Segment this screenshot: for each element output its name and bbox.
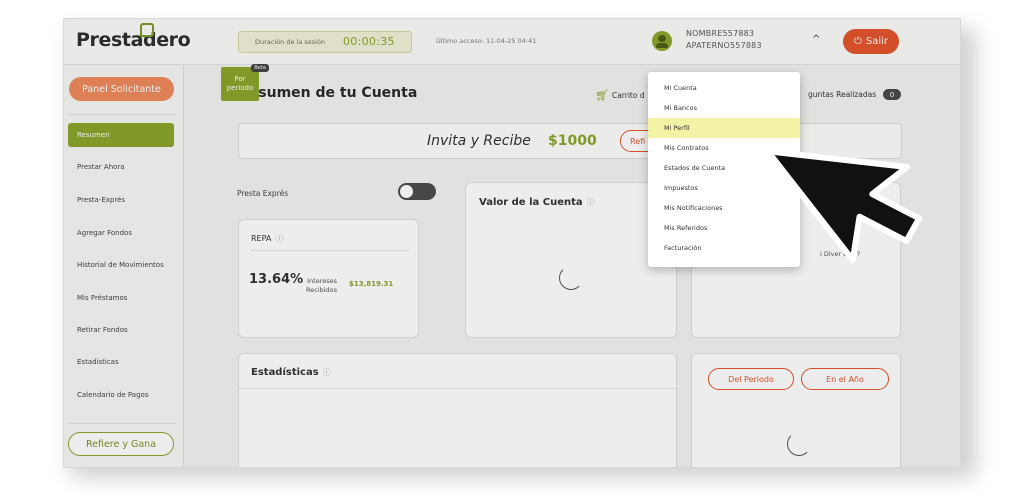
- sidebar-item-retirar-fondos[interactable]: Retirar Fondos: [68, 318, 174, 342]
- mouse-pointer-icon: [764, 148, 923, 264]
- user-avatar-icon[interactable]: [652, 31, 672, 51]
- repa-interest-line1: Intereses: [307, 277, 337, 285]
- repa-card: REPA ⓘ 13.64% Intereses Recibidos $13,819…: [238, 219, 419, 338]
- repa-divider: [251, 250, 409, 251]
- banner-text: Invita y Recibe: [427, 133, 531, 149]
- top-bar: Prestadero Duración de la sesión 00:00:3…: [64, 19, 960, 65]
- repa-title: REPA: [251, 234, 272, 243]
- logo-mark-icon: [140, 23, 154, 37]
- power-icon: ⏻: [853, 36, 862, 47]
- repa-amount: $13,819.31: [349, 280, 394, 288]
- repa-title-row: REPA ⓘ: [251, 233, 283, 244]
- presta-expres-label: Presta Exprés: [237, 189, 289, 198]
- repa-period-button[interactable]: Por periodo: [221, 67, 259, 101]
- help-icon[interactable]: ⓘ: [323, 368, 331, 377]
- questions-count-badge: 0: [883, 89, 901, 100]
- sidebar-divider-bottom: [68, 423, 176, 424]
- user-surname[interactable]: APATERNO557883: [686, 41, 762, 50]
- sidebar-item-resumen[interactable]: Resumen: [68, 123, 174, 147]
- questions-label[interactable]: guntas Realizadas: [808, 90, 876, 99]
- logout-label: Salir: [865, 36, 889, 47]
- session-timer: Duración de la sesión 00:00:35: [238, 31, 412, 53]
- cart-icon: 🛒︎: [595, 89, 609, 102]
- presta-expres-toggle[interactable]: [398, 183, 436, 200]
- cart-link[interactable]: 🛒︎ Carrito d: [595, 89, 645, 102]
- repa-period-line2: periodo: [226, 84, 254, 92]
- chevron-up-icon[interactable]: ^: [812, 34, 820, 45]
- logout-button[interactable]: ⏻ Salir: [843, 29, 899, 54]
- sidebar-item-agregar-fondos[interactable]: Agregar Fondos: [68, 221, 174, 245]
- sidebar-item-presta-expres[interactable]: Presta-Exprés: [68, 188, 174, 212]
- help-icon[interactable]: ⓘ: [587, 198, 595, 207]
- statistics-divider: [239, 388, 676, 389]
- cart-label: Carrito d: [611, 91, 645, 100]
- panel-solicitante-button[interactable]: Panel Solicitante: [69, 77, 174, 101]
- help-icon[interactable]: ⓘ: [275, 234, 283, 243]
- screenshot-stage: Prestadero Duración de la sesión 00:00:3…: [0, 0, 1024, 503]
- sidebar-item-prestar-ahora[interactable]: Prestar Ahora: [68, 155, 174, 179]
- repa-interest-label: Intereses Recibidos: [293, 277, 337, 295]
- account-value-title-row: Valor de la Cuenta ⓘ: [479, 197, 595, 208]
- statistics-card: Estadísticas ⓘ: [238, 353, 677, 467]
- del-periodo-button[interactable]: Del Periodo: [708, 368, 794, 390]
- session-time: 00:00:35: [343, 35, 395, 48]
- sidebar-divider: [68, 114, 176, 115]
- sidebar: Panel Solicitante Resumen Prestar Ahora …: [64, 65, 184, 467]
- en-el-ano-button[interactable]: En el Año: [801, 368, 889, 390]
- page-title: Resumen de tu Cuenta: [238, 85, 418, 101]
- logo[interactable]: Prestadero: [76, 29, 191, 51]
- session-label: Duración de la sesión: [255, 38, 326, 46]
- beta-badge: Beta: [251, 64, 269, 72]
- loading-spinner-icon: [787, 432, 811, 456]
- account-value-card: Valor de la Cuenta ⓘ: [465, 182, 677, 338]
- statistics-title: Estadísticas: [251, 367, 319, 378]
- last-access: Último acceso: 11-04-25 04:41: [436, 37, 537, 45]
- sidebar-item-historial[interactable]: Historial de Movimientos: [68, 253, 174, 277]
- period-card: Del Periodo En el Año: [691, 353, 901, 467]
- repa-interest-line2: Recibidos: [305, 286, 337, 294]
- sidebar-item-mis-prestamos[interactable]: Mis Préstamos: [68, 286, 174, 310]
- statistics-title-row: Estadísticas ⓘ: [251, 367, 331, 378]
- loading-spinner-icon: [559, 266, 583, 290]
- repa-period-line1: Por: [234, 75, 246, 83]
- menu-item-mi-cuenta[interactable]: Mi Cuenta: [648, 78, 800, 98]
- refer-and-earn-button[interactable]: Refiere y Gana: [68, 432, 174, 456]
- sidebar-item-calendario[interactable]: Calendario de Pagos: [68, 383, 174, 407]
- account-value-title: Valor de la Cuenta: [479, 197, 583, 208]
- user-name[interactable]: NOMBRE557883: [686, 29, 754, 38]
- sidebar-item-estadisticas[interactable]: Estadísticas: [68, 350, 174, 374]
- banner-amount: $1000: [548, 133, 597, 149]
